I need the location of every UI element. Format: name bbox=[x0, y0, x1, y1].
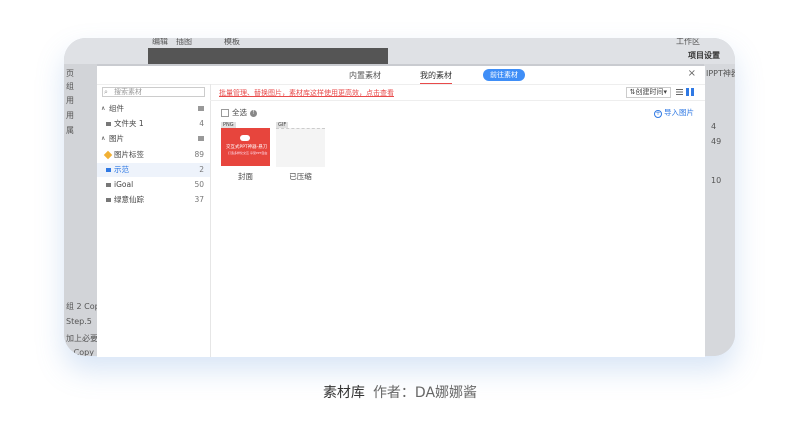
page-caption: 素材库 作者：DA娜娜酱 bbox=[0, 382, 800, 402]
grid-view-icon[interactable] bbox=[686, 88, 694, 96]
tree-item-count: 4 bbox=[199, 119, 204, 128]
file-type-badge: PNG bbox=[221, 122, 236, 128]
bg-right-subtitle: IPPT神器- bbox=[706, 69, 735, 78]
add-folder-icon[interactable] bbox=[198, 106, 204, 111]
file-type-badge: GIF bbox=[276, 122, 289, 128]
bg-left-item: 属 bbox=[66, 126, 74, 135]
tree-item-count: 2 bbox=[199, 165, 204, 174]
bg-left-bottom-item: Step.5 bbox=[66, 317, 92, 326]
tree-item-count: 89 bbox=[194, 150, 204, 159]
thumbnail-image: 交互式PPT神器-悬刀 打造多样化交互 享受PPT自由 bbox=[221, 128, 270, 166]
add-folder-icon[interactable] bbox=[198, 136, 204, 141]
tree-item-folder-1[interactable]: 文件夹 1 4 bbox=[97, 117, 210, 131]
thumbnail-subtitle: 打造多样化交互 享受PPT自由 bbox=[228, 151, 268, 155]
material-card[interactable]: GIF 已压缩 bbox=[276, 122, 325, 181]
tab-my-materials[interactable]: 我的素材 bbox=[420, 70, 452, 84]
tab-builtin-materials[interactable]: 内置素材 bbox=[349, 70, 381, 81]
tree-group-components[interactable]: ∧ 组件 bbox=[97, 102, 210, 116]
close-icon[interactable]: × bbox=[688, 68, 696, 79]
tree-item-count: 50 bbox=[194, 180, 204, 189]
bg-project-settings: 项目设置 bbox=[688, 51, 720, 60]
material-card[interactable]: 交互式PPT神器-悬刀 打造多样化交互 享受PPT自由 PNG 封面 bbox=[221, 122, 270, 181]
logo-icon bbox=[240, 135, 250, 141]
thumbnail-image bbox=[276, 128, 325, 167]
tree-item-igoal[interactable]: iGoal 50 bbox=[97, 178, 210, 192]
tree-item-label: 绿意仙踪 bbox=[114, 195, 144, 204]
sort-dropdown[interactable]: ⇅创建时间▾ bbox=[625, 87, 671, 98]
tree-item-label: 文件夹 1 bbox=[114, 119, 144, 128]
list-view-icon[interactable] bbox=[676, 89, 683, 95]
caption-title: 素材库 bbox=[322, 385, 365, 401]
select-all-checkbox[interactable]: 全选! bbox=[221, 107, 257, 118]
bg-right-value: 10 bbox=[711, 176, 722, 185]
search-input[interactable]: 搜索素材 bbox=[102, 87, 205, 97]
folder-icon bbox=[106, 122, 111, 126]
tree-item-image-tags[interactable]: 图片标签 89 bbox=[97, 148, 210, 162]
bg-left-item: 页 bbox=[66, 69, 74, 78]
tree-item-count: 37 bbox=[194, 195, 204, 204]
tips-link[interactable]: 批量管理、替换图片，素材库这样使用更高效，点击查看 bbox=[219, 88, 394, 98]
material-grid: 全选! + 导入图片 交互式PPT神器-悬刀 打造多样化交互 享受PPT自由 PN… bbox=[210, 101, 705, 357]
material-caption: 已压缩 bbox=[289, 172, 312, 181]
material-sidebar: ⌕ 搜索素材 ∧ 组件 文件夹 1 4 ∧ 图片 图片标签 89 示范 2 iG… bbox=[97, 84, 211, 357]
action-bar: 批量管理、替换图片，素材库这样使用更高效，点击查看 ⇅创建时间▾ bbox=[210, 84, 705, 101]
tree-item-label: 示范 bbox=[114, 165, 129, 174]
modal-tabs: 内置素材 我的素材 前往素材 × bbox=[97, 66, 705, 85]
bg-left-item: 用 bbox=[66, 96, 74, 105]
tree-item-label: iGoal bbox=[114, 180, 134, 189]
tree-group-label: 组件 bbox=[109, 104, 124, 113]
folder-icon bbox=[106, 198, 111, 202]
tree-item-green[interactable]: 绿意仙踪 37 bbox=[97, 193, 210, 207]
chevron-up-icon: ∧ bbox=[101, 105, 106, 112]
material-library-modal: 内置素材 我的素材 前往素材 × ⌕ 搜索素材 ∧ 组件 文件夹 1 4 ∧ 图… bbox=[97, 66, 705, 357]
chevron-up-icon: ∧ bbox=[101, 135, 106, 142]
sort-label: 创建时间 bbox=[635, 88, 664, 96]
plus-icon: + bbox=[654, 110, 662, 118]
bg-left-item: 用 bbox=[66, 111, 74, 120]
tree-item-demo[interactable]: 示范 2 bbox=[97, 163, 210, 177]
checkbox-icon bbox=[221, 109, 229, 117]
bg-left-bottom-item: 2 Copy bbox=[66, 348, 94, 356]
tree-group-images[interactable]: ∧ 图片 bbox=[97, 132, 210, 146]
info-icon[interactable]: ! bbox=[250, 109, 257, 117]
bg-right-value: 49 bbox=[711, 137, 722, 146]
import-images-button[interactable]: + 导入图片 bbox=[654, 107, 694, 118]
bg-workspace-label: 工作区 bbox=[676, 38, 700, 46]
tag-icon bbox=[103, 150, 113, 160]
background-left-panel: 页 组 用 用 属 组 2 Copy Step.5 加上必要的 2 Copy bbox=[64, 64, 106, 356]
background-right-panel: 项目设置 IPPT神器- 4 49 10 bbox=[688, 51, 735, 356]
bg-left-item: 组 bbox=[66, 82, 74, 91]
background-canvas-strip bbox=[148, 48, 388, 64]
import-label: 导入图片 bbox=[664, 108, 694, 117]
folder-icon bbox=[106, 168, 111, 172]
material-caption: 封面 bbox=[238, 172, 253, 181]
bg-toolbar-item: 插图 bbox=[176, 38, 192, 46]
goto-materials-button[interactable]: 前往素材 bbox=[483, 69, 525, 81]
caption-author: 作者：DA娜娜酱 bbox=[372, 385, 478, 401]
bg-toolbar-item: 编辑 bbox=[152, 38, 168, 46]
bg-toolbar-item: 模板 bbox=[224, 38, 240, 46]
thumbnail-title: 交互式PPT神器-悬刀 bbox=[226, 145, 268, 150]
tree-group-label: 图片 bbox=[109, 134, 124, 143]
bg-right-value: 4 bbox=[711, 122, 717, 131]
tree-item-label: 图片标签 bbox=[114, 150, 144, 159]
folder-icon bbox=[106, 183, 111, 187]
select-all-label: 全选 bbox=[232, 108, 247, 117]
